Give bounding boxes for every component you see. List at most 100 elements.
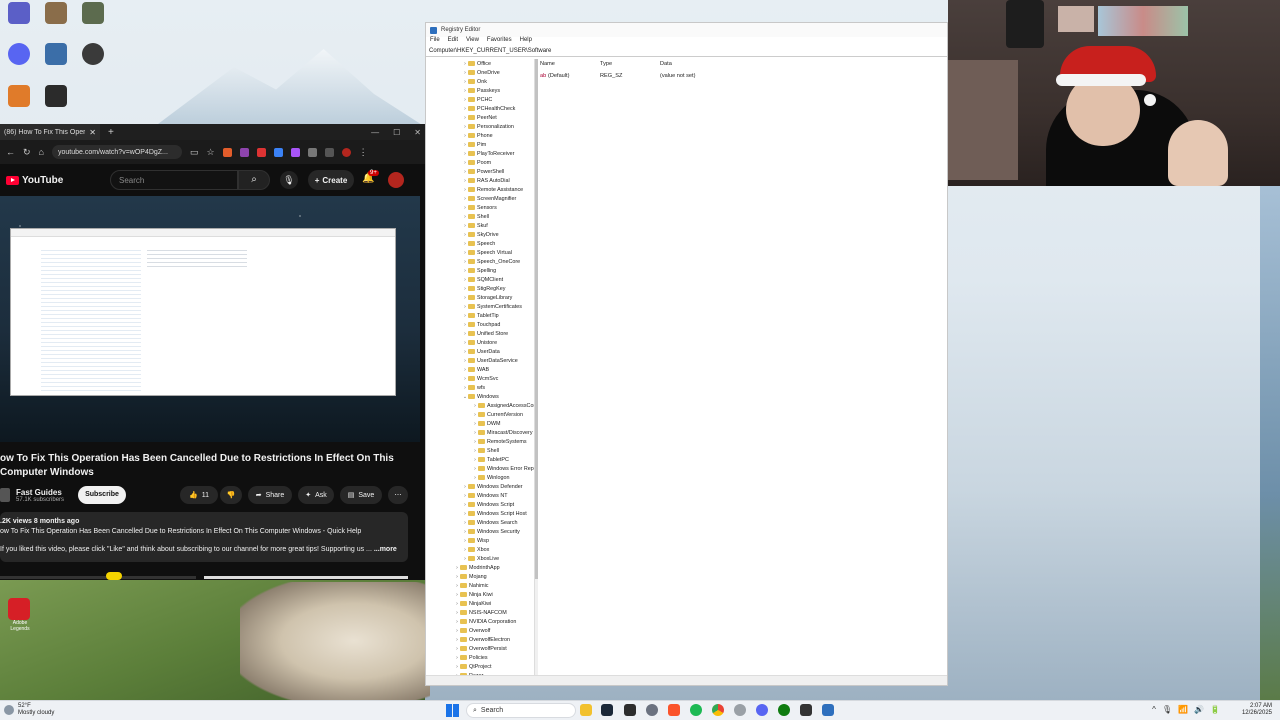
tree-item[interactable]: › Poom <box>462 158 491 167</box>
menu-help[interactable]: Help <box>520 37 532 47</box>
chevron-up-icon[interactable]: ^ <box>1152 705 1156 714</box>
tree-item[interactable]: › Phone <box>462 131 492 140</box>
settings-icon[interactable] <box>734 704 746 716</box>
tree-item[interactable]: › Xbox <box>462 545 489 554</box>
tree-item[interactable]: › UserDataService <box>462 356 518 365</box>
create-button[interactable]: + Create <box>308 170 354 190</box>
profile-icon[interactable] <box>341 147 351 157</box>
tree-item[interactable]: › Passkeys <box>462 86 500 95</box>
home-icon[interactable]: ⌂ <box>39 147 44 157</box>
tree-item[interactable]: › NinjaKiwi <box>454 599 491 608</box>
tree-item[interactable]: › Pim <box>462 140 486 149</box>
tree-item[interactable]: › Overwolf <box>454 626 490 635</box>
tree-item[interactable]: › SQMClient <box>462 275 503 284</box>
desktop-app-icon[interactable] <box>45 85 67 107</box>
menu-favorites[interactable]: Favorites <box>487 37 512 47</box>
tree-item[interactable]: › RemoteSystems <box>472 437 526 446</box>
tree-item[interactable]: › Windows NT <box>462 491 507 500</box>
cast-icon[interactable]: ▭ <box>190 147 199 158</box>
tree-item[interactable]: › Miracast/Discovery <box>472 428 532 437</box>
tree-item[interactable]: › Speech_OneCore <box>462 257 520 266</box>
clock[interactable]: 2:07 AM 12/26/2025 <box>1242 703 1272 717</box>
tree-item[interactable]: › OverwolfPersist <box>454 644 507 653</box>
tree-item[interactable]: › Office <box>462 59 491 68</box>
tree-item[interactable]: › StigRegKey <box>462 284 505 293</box>
tree-item[interactable]: › DWM <box>472 419 500 428</box>
search-icon[interactable]: ⌕ <box>238 170 270 190</box>
like-button[interactable]: 👍 11 <box>180 486 218 504</box>
tree-item[interactable]: › ModrinthApp <box>454 563 499 572</box>
tree-item[interactable]: › Windows Security <box>462 527 520 536</box>
tree-item[interactable]: › Winlogon <box>472 473 509 482</box>
tree-item[interactable]: › Speech Virtual <box>462 248 512 257</box>
tree-item[interactable]: › Nahimic <box>454 581 488 590</box>
tree-item[interactable]: › Skuf <box>462 221 488 230</box>
desktop-app-icon[interactable] <box>82 43 104 65</box>
tree-item[interactable]: › PlayToReceiver <box>462 149 514 158</box>
extension-icon[interactable] <box>256 147 266 157</box>
desktop-game-icon[interactable] <box>45 2 67 24</box>
tree-item[interactable]: › Speech <box>462 239 495 248</box>
desktop-game-icon[interactable] <box>82 2 104 24</box>
microphone-icon[interactable]: 🎙 <box>280 171 298 189</box>
tree-item[interactable]: › QtProject <box>454 662 491 671</box>
terminal-icon[interactable] <box>624 704 636 716</box>
youtube-search-input[interactable]: Search <box>110 170 238 190</box>
app-icon[interactable] <box>800 704 812 716</box>
menu-file[interactable]: File <box>430 37 440 47</box>
desktop-app-icon[interactable] <box>45 43 67 65</box>
tree-item[interactable]: › Personalization <box>462 122 514 131</box>
regedit-address-bar[interactable]: Computer\HKEY_CURRENT_USER\Software <box>426 47 947 57</box>
menu-icon[interactable]: ⋮ <box>359 147 368 158</box>
tree-item[interactable]: › wfs <box>462 383 485 392</box>
tree-item[interactable]: › PowerShell <box>462 167 504 176</box>
tree-item[interactable]: › NVIDIA Corporation <box>454 617 516 626</box>
tree-item[interactable]: › PCHC <box>462 95 492 104</box>
new-tab-icon[interactable]: + <box>108 127 114 138</box>
channel-name[interactable]: Fast Guides <box>16 488 64 497</box>
tree-item[interactable]: › Unified Store <box>462 329 508 338</box>
tree-item[interactable]: › Mojang <box>454 572 487 581</box>
extension-icon[interactable] <box>324 147 334 157</box>
channel-avatar[interactable] <box>0 488 10 502</box>
url-field[interactable]: youtube.com/watch?v=wOP4DgZ... <box>51 145 182 159</box>
menu-view[interactable]: View <box>466 37 479 47</box>
battery-icon[interactable]: 🔋 <box>1210 705 1220 714</box>
tree-item[interactable]: › OneDrive <box>462 68 500 77</box>
save-button[interactable]: ▤ Save <box>340 486 382 504</box>
tree-item[interactable]: › TabletPC <box>472 455 509 464</box>
tree-item[interactable]: › TabletTip <box>462 311 499 320</box>
tree-item[interactable]: › ScreenMagnifier <box>462 194 516 203</box>
tree-item[interactable]: › NSIS-NAFCOM <box>454 608 507 617</box>
avatar[interactable] <box>388 172 404 188</box>
browser-tab[interactable]: (86) How To Fix This Operation ✕ <box>0 124 100 140</box>
column-header-type[interactable]: Type <box>600 61 612 67</box>
dislike-button[interactable]: 👎 <box>220 486 242 504</box>
tree-item[interactable]: › Policies <box>454 653 487 662</box>
desktop-app-icon[interactable] <box>8 2 30 24</box>
taskbar-search[interactable]: ⌕ Search <box>466 703 576 718</box>
close-tab-icon[interactable]: ✕ <box>89 128 96 137</box>
more-link[interactable]: ...more <box>374 546 397 553</box>
tree-item[interactable]: › RAS AutoDial <box>462 176 510 185</box>
tree-item[interactable]: › Windows Search <box>462 518 517 527</box>
tree-item[interactable]: › PeerNet <box>462 113 497 122</box>
tree-item[interactable]: › Shell <box>462 212 489 221</box>
back-icon[interactable]: ← <box>6 147 15 157</box>
xbox-icon[interactable] <box>778 704 790 716</box>
maximize-icon[interactable]: ☐ <box>393 128 400 137</box>
tree-item[interactable]: › Windows Defender <box>462 482 522 491</box>
close-icon[interactable]: ✕ <box>414 128 421 137</box>
tree-item[interactable]: › Touchpad <box>462 320 500 329</box>
tree-item[interactable]: › Wisp <box>462 536 489 545</box>
discord-icon[interactable] <box>756 704 768 716</box>
extension-icon[interactable] <box>239 147 249 157</box>
minimize-icon[interactable]: — <box>371 128 379 137</box>
tree-item[interactable]: › Remote Assistance <box>462 185 523 194</box>
extension-icon[interactable] <box>273 147 283 157</box>
registry-editor-taskbar-icon[interactable] <box>822 704 834 716</box>
tree-item[interactable]: ›AssignedAccessConfiguration <box>472 401 534 410</box>
youtube-logo[interactable]: YouTube <box>6 175 63 186</box>
mic-icon[interactable]: 🎙 <box>1162 705 1172 714</box>
extension-icon[interactable] <box>222 147 232 157</box>
